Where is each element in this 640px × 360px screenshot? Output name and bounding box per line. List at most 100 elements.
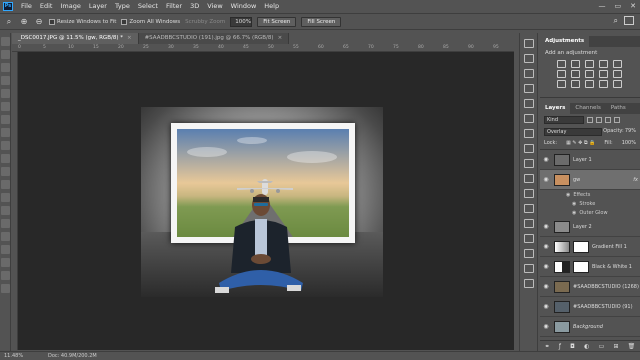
tab-saadbbcstudio-191[interactable]: #SAADBBCSTUDIO (191).jpg @ 66.7% (RGB/8)… [138, 33, 290, 44]
vibrance-icon[interactable] [613, 60, 622, 68]
eyedropper-tool-icon[interactable] [1, 102, 10, 111]
hue-saturation-icon[interactable] [557, 70, 566, 78]
menu-image[interactable]: Image [56, 0, 84, 12]
menu-type[interactable]: Type [111, 0, 134, 12]
posterize-icon[interactable] [571, 80, 580, 88]
resize-windows-checkbox[interactable]: Resize Windows to Fit [49, 18, 116, 25]
blur-tool-icon[interactable] [1, 193, 10, 202]
channels-icon[interactable] [523, 219, 534, 228]
trash-icon[interactable]: 🗑 [628, 343, 636, 350]
menu-select[interactable]: Select [134, 0, 162, 12]
opacity-value[interactable]: 79% [625, 128, 636, 136]
layer-row-saadbbcstudio-91[interactable]: ◉ #SAADBBCSTUDIO (91) [540, 297, 640, 317]
tab-layers[interactable]: Layers [540, 103, 571, 114]
color-icon[interactable] [523, 204, 534, 213]
eye-icon[interactable]: ◉ [540, 176, 552, 183]
layer-row-saadbbcstudio-1268[interactable]: ◉ #SAADBBCSTUDIO (1268) [540, 277, 640, 297]
tab-dsc0017[interactable]: _DSC0017.JPG @ 11.5% (gw, RGB/8) * × [12, 33, 139, 44]
quick-select-tool-icon[interactable] [1, 76, 10, 85]
zoom-value-field[interactable]: 100% [230, 16, 253, 27]
navigator-icon[interactable] [523, 174, 534, 183]
lasso-tool-icon[interactable] [1, 63, 10, 72]
layer-row-gw[interactable]: ◉ gw fx [540, 170, 640, 190]
menu-layer[interactable]: Layer [85, 0, 111, 12]
menu-filter[interactable]: Filter [162, 0, 186, 12]
path-select-tool-icon[interactable] [1, 245, 10, 254]
eye-icon[interactable]: ◉ [540, 243, 552, 250]
link-layers-icon[interactable]: ⚭ [545, 343, 550, 350]
swatches-icon[interactable] [523, 129, 534, 138]
blend-mode-select[interactable]: Overlay [544, 128, 602, 136]
eye-icon[interactable]: ◉ [540, 223, 552, 230]
close-icon[interactable]: × [278, 35, 283, 41]
layer-row-layer-1[interactable]: ◉ Layer 1 [540, 150, 640, 170]
properties-icon[interactable] [523, 54, 534, 63]
layer-row-gradient-fill[interactable]: ◉ Gradient Fill 1 [540, 237, 640, 257]
threshold-icon[interactable] [585, 80, 594, 88]
hand-tool-icon[interactable] [1, 271, 10, 280]
paragraph-icon[interactable] [523, 114, 534, 123]
styles-icon[interactable] [523, 144, 534, 153]
close-icon[interactable]: × [127, 35, 132, 41]
eye-icon[interactable]: ◉ [540, 156, 552, 163]
search-icon[interactable]: ⌕ [614, 16, 618, 26]
lock-icons[interactable]: ▦ ✎ ✥ ⧉ 🔒 [566, 140, 595, 146]
healing-tool-icon[interactable] [1, 115, 10, 124]
eye-icon[interactable]: ◉ [572, 201, 576, 207]
character-icon[interactable] [523, 99, 534, 108]
brightness-contrast-icon[interactable] [557, 60, 566, 68]
layer-row-layer-2[interactable]: ◉ Layer 2 [540, 217, 640, 237]
gradient-tool-icon[interactable] [1, 180, 10, 189]
eye-icon[interactable]: ◉ [540, 303, 552, 310]
effects-row[interactable]: ◉ Effects [540, 190, 640, 199]
photo-filter-icon[interactable] [599, 70, 608, 78]
crop-tool-icon[interactable] [1, 89, 10, 98]
type-tool-icon[interactable] [1, 232, 10, 241]
menu-help[interactable]: Help [260, 0, 283, 12]
move-tool-icon[interactable] [1, 37, 10, 46]
levels-icon[interactable] [571, 60, 580, 68]
actions-icon[interactable] [523, 189, 534, 198]
zoom-tool-icon[interactable] [1, 284, 10, 293]
scrubby-zoom-label[interactable]: Scrubby Zoom [185, 19, 225, 25]
fill-screen-button[interactable]: Fill Screen [301, 16, 342, 27]
eraser-tool-icon[interactable] [1, 167, 10, 176]
layer-row-black-white[interactable]: ◉ Black & White 1 [540, 257, 640, 277]
zoom-all-checkbox[interactable]: Zoom All Windows [121, 18, 180, 25]
menu-file[interactable]: File [17, 0, 36, 12]
document-canvas[interactable] [141, 107, 383, 297]
color-balance-icon[interactable] [571, 70, 580, 78]
zoom-in-icon[interactable]: ⊕ [19, 17, 29, 27]
fx-icon[interactable]: fx [633, 177, 638, 183]
shape-tool-icon[interactable] [1, 258, 10, 267]
tab-adjustments[interactable]: Adjustments [540, 36, 590, 47]
marquee-tool-icon[interactable] [1, 50, 10, 59]
kind-select[interactable]: Kind [544, 116, 584, 124]
gradient-map-icon[interactable] [599, 80, 608, 88]
channel-mixer-icon[interactable] [613, 70, 622, 78]
adjustment-filter-icon[interactable] [596, 117, 602, 123]
zoom-level[interactable]: 11.48% [4, 353, 23, 359]
clone-source-icon[interactable] [523, 264, 534, 273]
workspace-icon[interactable] [624, 16, 634, 25]
menu-edit[interactable]: Edit [36, 0, 57, 12]
brush-tool-icon[interactable] [1, 128, 10, 137]
stroke-effect-row[interactable]: ◉ Stroke [540, 199, 640, 208]
eye-icon[interactable]: ◉ [566, 192, 570, 198]
zoom-out-icon[interactable]: ⊖ [34, 17, 44, 27]
invert-icon[interactable] [557, 80, 566, 88]
history-icon[interactable] [523, 39, 534, 48]
shape-filter-icon[interactable] [614, 117, 620, 123]
brush-panel-icon[interactable] [523, 84, 534, 93]
history-brush-tool-icon[interactable] [1, 154, 10, 163]
eye-icon[interactable]: ◉ [540, 323, 552, 330]
fit-screen-button[interactable]: Fit Screen [257, 16, 297, 27]
new-adjustment-icon[interactable]: ◐ [584, 343, 589, 350]
tab-channels[interactable]: Channels [570, 103, 605, 114]
glyphs-icon[interactable] [523, 279, 534, 288]
menu-view[interactable]: View [203, 0, 226, 12]
maximize-button[interactable]: ▭ [615, 0, 622, 12]
menu-3d[interactable]: 3D [186, 0, 203, 12]
zoom-tool-icon[interactable]: ⌕ [4, 17, 14, 27]
add-style-icon[interactable]: ƒ [559, 343, 561, 350]
